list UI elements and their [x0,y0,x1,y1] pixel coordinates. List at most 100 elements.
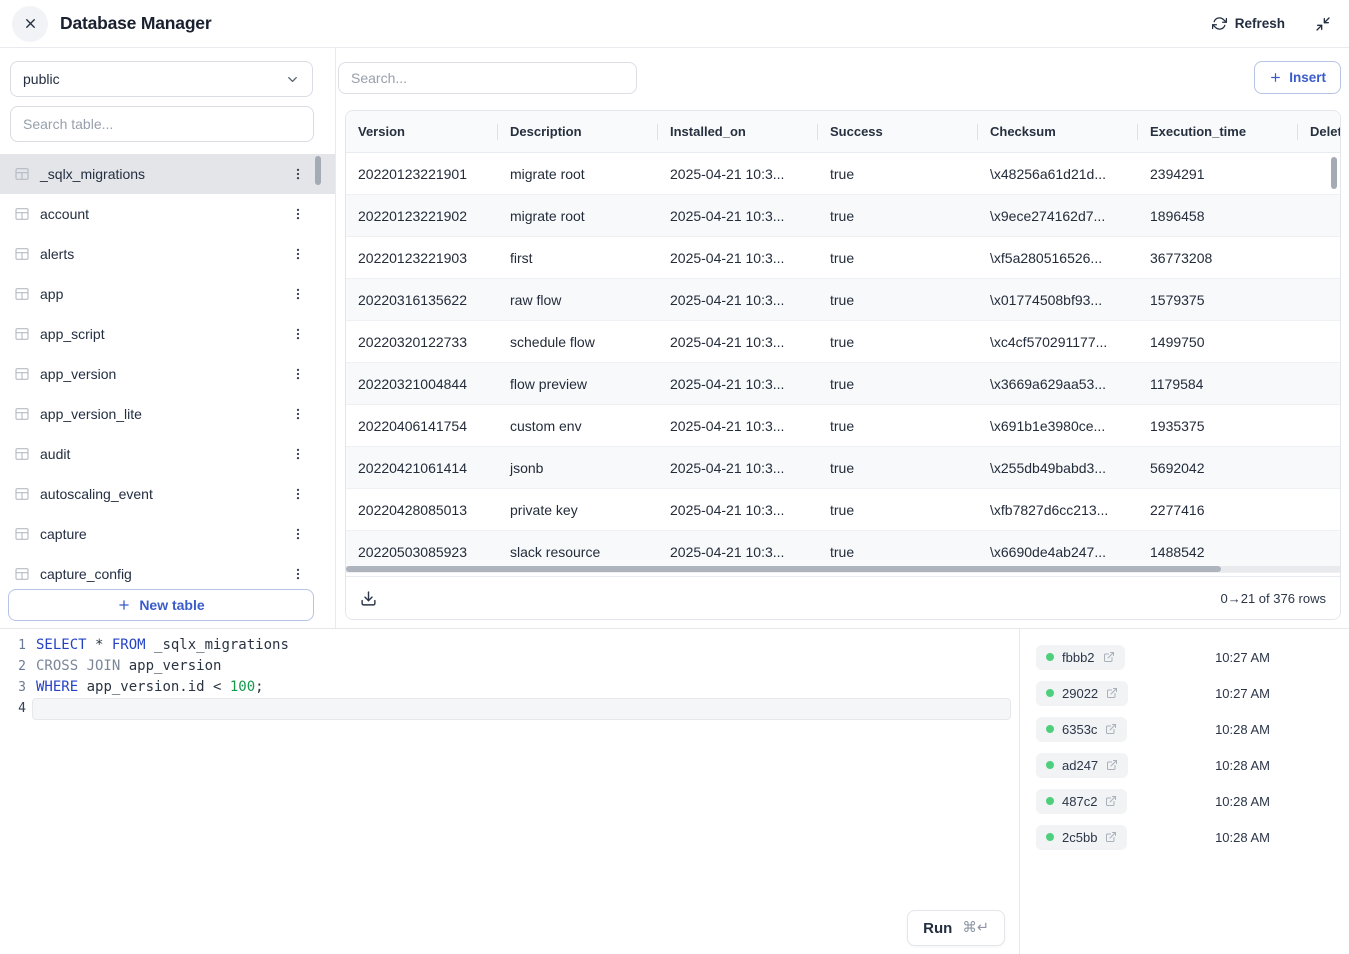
table-menu-button[interactable] [291,447,305,461]
external-link-icon[interactable] [1105,723,1117,735]
table-menu-button[interactable] [291,407,305,421]
history-pill[interactable]: 6353c [1036,717,1127,742]
table-row[interactable]: 20220321004844flow preview2025-04-21 10:… [346,363,1340,405]
column-header-success[interactable]: Success [818,111,978,152]
table-row[interactable]: 20220123221901migrate root2025-04-21 10:… [346,153,1340,195]
schema-select-value: public [23,71,60,87]
cell-success: true [818,489,978,530]
table-menu-button[interactable] [291,487,305,501]
rows-search-input[interactable] [338,62,637,94]
minimize-button[interactable] [1315,16,1331,32]
table-list: _sqlx_migrationsaccount alerts appapp_scri… [0,154,335,606]
sidebar-item-autoscaling_event[interactable]: autoscaling_event [0,474,335,514]
cell-success: true [818,447,978,488]
close-button[interactable] [12,6,48,42]
table-menu-button[interactable] [291,367,305,381]
table-menu-button[interactable] [291,167,305,181]
column-header-installed_on[interactable]: Installed_on [658,111,818,152]
external-link-icon[interactable] [1105,795,1117,807]
history-pill[interactable]: 2c5bb [1036,825,1127,850]
horizontal-scrollbar[interactable] [346,566,1340,572]
table-row[interactable]: 20220320122733schedule flow2025-04-21 10… [346,321,1340,363]
table-menu-button[interactable] [291,327,305,341]
run-shortcut: ⌘↵ [962,920,989,936]
table-icon [14,406,30,422]
sidebar-item-account[interactable]: account [0,194,335,234]
column-header-execution_time[interactable]: Execution_time [1138,111,1298,152]
run-label: Run [923,920,952,937]
cell-version: 20220428085013 [346,489,498,530]
history-item-6353c[interactable]: 6353c 10:28 AM [1020,711,1349,747]
code-line[interactable]: 2CROSS JOIN app_version [0,656,1019,677]
new-table-button[interactable]: New table [8,589,314,621]
cell-description: first [498,237,658,278]
table-menu-button[interactable] [291,207,305,221]
external-link-icon[interactable] [1106,687,1118,699]
table-icon [14,206,30,222]
code-line[interactable]: 3WHERE app_version.id < 100; [0,677,1019,698]
external-link-icon[interactable] [1105,831,1117,843]
history-item-29022[interactable]: 2902210:27 AM [1020,675,1349,711]
history-pill[interactable]: 487c2 [1036,789,1127,814]
data-table: VersionDescriptionInstalled_onSuccessChe… [345,110,1341,620]
close-icon [23,16,38,31]
external-link-icon[interactable] [1103,651,1115,663]
horizontal-scrollbar-thumb[interactable] [346,566,1221,572]
vertical-scrollbar[interactable] [1331,157,1337,189]
cell-execution_time: 2277416 [1138,489,1298,530]
cell-version: 20220123221901 [346,153,498,194]
download-button[interactable] [360,590,377,607]
history-pill[interactable]: ad247 [1036,753,1128,778]
table-row[interactable]: 20220421061414jsonb2025-04-21 10:3...tru… [346,447,1340,489]
history-item-fbbb2[interactable]: fbbb210:27 AM [1020,639,1349,675]
sidebar-item-capture_config[interactable]: capture_config [0,554,335,594]
table-menu-button[interactable] [291,287,305,301]
cell-execution_time: 1935375 [1138,405,1298,446]
table-row[interactable]: 20220123221902migrate root2025-04-21 10:… [346,195,1340,237]
history-pill[interactable]: 29022 [1036,681,1128,706]
table-row[interactable]: 20220428085013private key2025-04-21 10:3… [346,489,1340,531]
sidebar-item-app_version[interactable]: app_version [0,354,335,394]
history-item-487c2[interactable]: 487c210:28 AM [1020,783,1349,819]
table-row[interactable]: 20220123221903first2025-04-21 10:3...tru… [346,237,1340,279]
code-line[interactable]: 1SELECT * FROM _sqlx_migrations [0,635,1019,656]
table-search-input[interactable] [10,106,314,142]
column-header-delete[interactable]: Delete [1298,111,1341,152]
column-header-description[interactable]: Description [498,111,658,152]
sidebar-item-app_version_lite[interactable]: app_version_lite [0,394,335,434]
schema-select[interactable]: public [10,61,313,97]
external-link-icon[interactable] [1106,759,1118,771]
history-item-ad247[interactable]: ad24710:28 AM [1020,747,1349,783]
cell-checksum: \xc4cf570291177... [978,321,1138,362]
table-row[interactable]: 20220406141754custom env2025-04-21 10:3.… [346,405,1340,447]
sql-editor[interactable]: 1SELECT * FROM _sqlx_migrations2CROSS JO… [0,629,1020,954]
run-button[interactable]: Run ⌘↵ [907,910,1005,946]
code-line[interactable]: 4 [0,698,1019,719]
history-item-2c5bb[interactable]: 2c5bb10:28 AM [1020,819,1349,855]
cell-installed_on: 2025-04-21 10:3... [658,237,818,278]
history-time: 10:28 AM [1215,722,1270,737]
cell-delete [1298,321,1340,362]
column-header-version[interactable]: Version [346,111,498,152]
table-menu-button[interactable] [291,247,305,261]
sidebar-item-capture[interactable]: capture [0,514,335,554]
sidebar-item-audit[interactable]: audit [0,434,335,474]
sidebar-item-alerts[interactable]: alerts [0,234,335,274]
sidebar-item-_sqlx_migrations[interactable]: _sqlx_migrations [0,154,335,194]
insert-button[interactable]: Insert [1254,61,1341,94]
cell-description: migrate root [498,195,658,236]
sidebar-scrollbar[interactable] [315,156,321,185]
sidebar-item-app[interactable]: app [0,274,335,314]
cell-checksum: \xf5a280516526... [978,237,1138,278]
table-menu-button[interactable] [291,567,305,581]
line-number: 4 [0,698,26,719]
history-pill[interactable]: fbbb2 [1036,645,1125,670]
cell-checksum: \x691b1e3980ce... [978,405,1138,446]
table-row[interactable]: 20220316135622raw flow2025-04-21 10:3...… [346,279,1340,321]
table-name: alerts [40,246,74,262]
cell-version: 20220421061414 [346,447,498,488]
table-menu-button[interactable] [291,527,305,541]
sidebar-item-app_script[interactable]: app_script [0,314,335,354]
refresh-button[interactable]: Refresh [1212,16,1285,31]
column-header-checksum[interactable]: Checksum [978,111,1138,152]
